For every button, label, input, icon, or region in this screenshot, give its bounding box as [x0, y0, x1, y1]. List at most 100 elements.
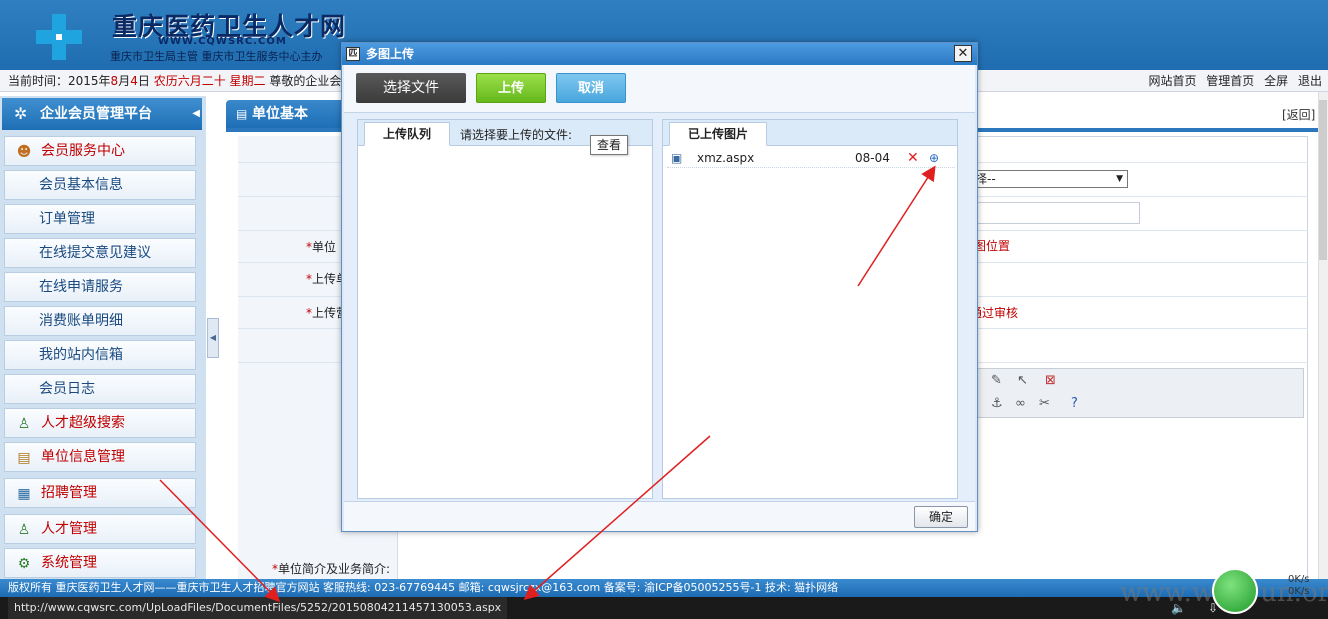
network-speed: 0K/s 0K/s [1288, 574, 1310, 598]
region-select[interactable]: 择-- ▼ [970, 170, 1128, 188]
sidebar-item-log[interactable]: 会员日志 [4, 374, 196, 404]
intro-label-text: 单位简介及业务简介: [278, 562, 391, 576]
sidebar-item-label: 单位信息管理 [41, 449, 125, 465]
user-icon: ☻ [16, 144, 32, 160]
document-icon: ▤ [236, 107, 248, 121]
sidebar-item-label: 我的站内信箱 [39, 347, 123, 363]
unlink-icon[interactable]: ✂ [1039, 396, 1050, 411]
sidebar-item-label: 系统管理 [41, 555, 97, 571]
view-tooltip: 查看 [590, 135, 628, 155]
intro-label: *单位简介及业务简介: [272, 562, 391, 576]
uploaded-file-row: ▣ xmz.aspx 08-04 ✕ ⊕ [667, 148, 955, 168]
field-label-text: 单位 [312, 240, 337, 254]
footer-text: 版权所有 重庆医药卫生人才网——重庆市卫生人才招聘官方网站 客服热线: 023-… [8, 581, 839, 594]
link-icon[interactable]: ∞ [1015, 396, 1026, 411]
sidebar-item-member-service[interactable]: ☻ 会员服务中心 [4, 136, 196, 166]
site-domain: WWW.CQWSRC.COM [158, 36, 287, 47]
date-day: 4 [130, 74, 138, 88]
lunar-date: 农历六月二十 [153, 74, 226, 88]
recruitment-icon: ▦ [17, 486, 31, 502]
sidebar-item-orders[interactable]: 订单管理 [4, 204, 196, 234]
sidebar-item-label: 会员日志 [39, 381, 95, 397]
sidebar: ✲ 企业会员管理平台 ◀ ☻ 会员服务中心 会员基本信息 订单管理 在线提交意见… [0, 96, 206, 580]
fullscreen-icon[interactable]: ⊠ [1045, 373, 1056, 388]
dialog-titlebar: 匹 多图上传 ✕ [342, 43, 977, 65]
sidebar-item-basic-info[interactable]: 会员基本信息 [4, 170, 196, 200]
dialog-footer: 确定 [344, 501, 975, 531]
clipboard-icon: ▤ [17, 450, 31, 466]
upload-button[interactable]: 上传 [476, 73, 546, 103]
dialog-title: 多图上传 [366, 47, 415, 61]
scrollbar-thumb[interactable] [1319, 100, 1327, 260]
delete-icon[interactable]: ✕ [907, 148, 919, 168]
tab-company-basic-info[interactable]: ▤ 单位基本 [226, 100, 346, 128]
file-date: 08-04 [855, 151, 890, 165]
sidebar-item-recruitment[interactable]: ▦ 招聘管理 [4, 478, 196, 508]
sidebar-toggle-icon[interactable]: ◀ [207, 318, 219, 358]
dialog-app-icon: 匹 [346, 47, 360, 61]
dialog-body: 选择文件 上传 取消 上传队列 请选择要上传的文件: 已上传图片 ▣ xmz.a… [344, 65, 975, 531]
select-value: 择-- [975, 172, 996, 186]
dropdown-arrow-icon: ▼ [1116, 174, 1123, 184]
sidebar-item-label: 订单管理 [39, 211, 95, 227]
file-name: xmz.aspx [697, 151, 755, 165]
panel-header: 已上传图片 [663, 120, 957, 146]
select-file-button[interactable]: 选择文件 [356, 73, 466, 103]
gear-icon: ✲ [14, 104, 28, 123]
sidebar-item-label: 会员服务中心 [41, 143, 125, 159]
date-info: 当前时间：2015年8月4日 农历六月二十 星期二 尊敬的企业会员 [8, 70, 353, 92]
multi-image-upload-dialog: 匹 多图上传 ✕ 选择文件 上传 取消 上传队列 请选择要上传的文件: 已上传图… [341, 42, 978, 532]
back-link[interactable]: [返回] [1282, 106, 1315, 123]
sidebar-item-apply-service[interactable]: 在线申请服务 [4, 272, 196, 302]
tab-label: 单位基本 [252, 106, 308, 122]
system-icon: ⚙ [17, 556, 31, 572]
sidebar-header: ✲ 企业会员管理平台 ◀ [2, 98, 202, 130]
uploaded-images-panel: 已上传图片 ▣ xmz.aspx 08-04 ✕ ⊕ [662, 119, 958, 499]
text-input[interactable] [970, 202, 1140, 224]
sidebar-item-label: 在线提交意见建议 [39, 245, 151, 261]
status-url: http://www.cqwsrc.com/UpLoadFiles/Docume… [8, 597, 508, 619]
close-icon[interactable]: ✕ [954, 45, 972, 62]
collapse-arrow-icon[interactable]: ◀ [192, 98, 200, 130]
sidebar-item-label: 人才超级搜索 [41, 415, 125, 431]
map-position-note[interactable]: 图位置 [974, 237, 1010, 254]
date-day-suffix: 日 [137, 74, 150, 88]
logo-cross-icon [36, 14, 82, 60]
sidebar-item-billing[interactable]: 消费账单明细 [4, 306, 196, 336]
editor-toolbar: ✎ ↖ ⊠ ⚓ ∞ ✂ ? [970, 368, 1304, 418]
logout-link[interactable]: 退出 [1298, 74, 1322, 88]
tab-uploaded-images[interactable]: 已上传图片 [669, 122, 768, 146]
sidebar-item-company-info[interactable]: ▤ 单位信息管理 [4, 442, 196, 472]
sidebar-item-label: 消费账单明细 [39, 313, 123, 329]
pointer-icon[interactable]: ↖ [1017, 373, 1028, 388]
sidebar-item-label: 人才管理 [41, 521, 97, 537]
people-search-icon: ♙ [17, 416, 31, 432]
upload-queue-panel: 上传队列 请选择要上传的文件: [357, 119, 653, 499]
weekday: 星期二 [229, 74, 266, 88]
network-monitor-icon[interactable] [1212, 568, 1258, 614]
sidebar-item-system[interactable]: ⚙ 系统管理 [4, 548, 196, 578]
ok-button[interactable]: 确定 [914, 506, 968, 528]
sidebar-item-feedback[interactable]: 在线提交意见建议 [4, 238, 196, 268]
sidebar-item-inbox[interactable]: 我的站内信箱 [4, 340, 196, 370]
sidebar-title: 企业会员管理平台 [40, 106, 152, 122]
sidebar-item-talent-search[interactable]: ♙ 人才超级搜索 [4, 408, 196, 438]
edit-icon[interactable]: ✎ [991, 373, 1002, 388]
anchor-icon[interactable]: ⚓ [991, 396, 1003, 411]
top-links: 网站首页 管理首页 全屏 退出 [1148, 70, 1328, 92]
date-prefix: 当前时间：2015年 [8, 74, 111, 88]
date-month-suffix: 月 [118, 74, 131, 88]
help-icon[interactable]: ? [1071, 396, 1078, 411]
sidebar-item-talent-manage[interactable]: ♙ 人才管理 [4, 514, 196, 544]
cancel-button[interactable]: 取消 [556, 73, 626, 103]
home-link[interactable]: 网站首页 [1148, 74, 1196, 88]
talent-icon: ♙ [17, 522, 31, 538]
fullscreen-link[interactable]: 全屏 [1264, 74, 1288, 88]
queue-hint: 请选择要上传的文件: [460, 128, 573, 142]
view-icon[interactable]: ⊕ [929, 148, 939, 168]
tab-upload-queue[interactable]: 上传队列 [364, 122, 451, 146]
upload-speed: 0K/s [1288, 574, 1310, 585]
field-label-unit: *单位 [306, 240, 337, 254]
admin-home-link[interactable]: 管理首页 [1206, 74, 1254, 88]
sidebar-item-label: 招聘管理 [41, 485, 97, 501]
